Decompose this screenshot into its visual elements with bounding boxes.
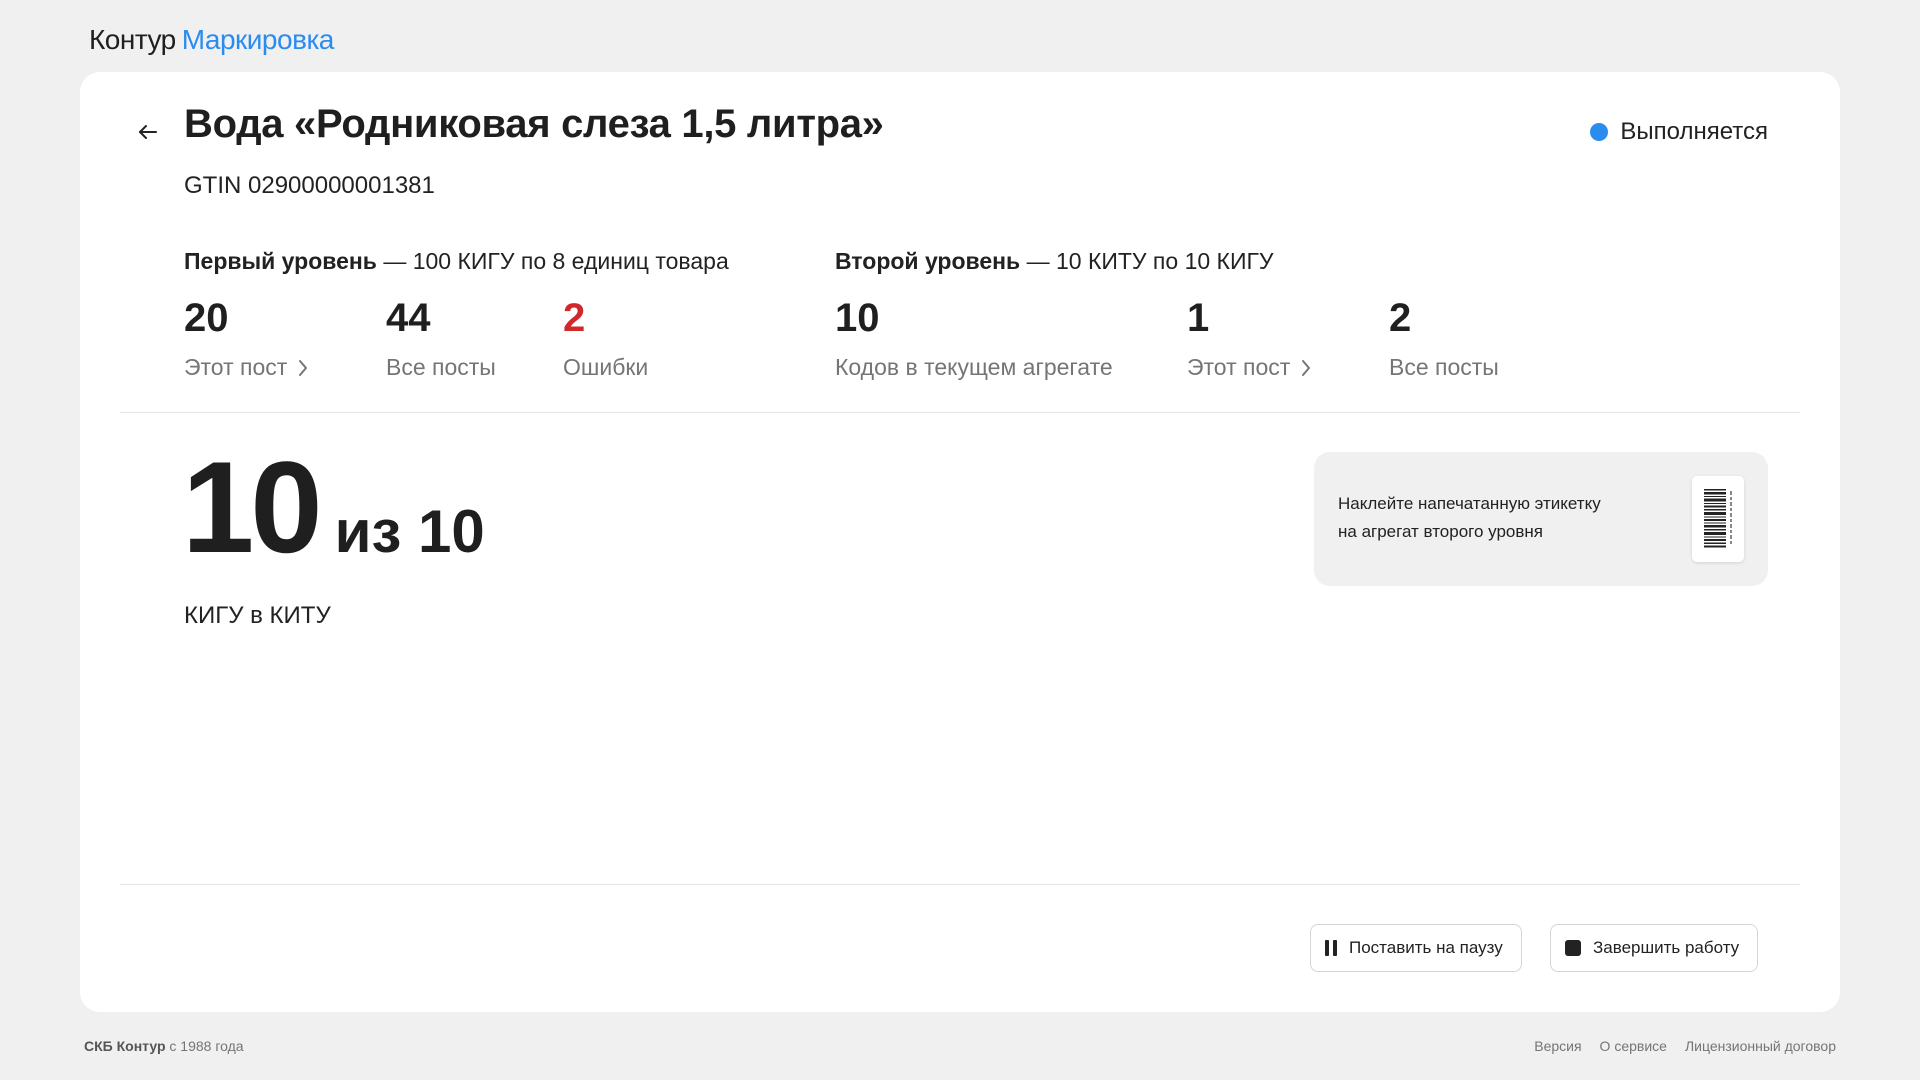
footer-company: СКБ Контур <box>84 1038 166 1054</box>
aggregate-total: из 10 <box>334 498 485 565</box>
hint-line: Наклейте напечатанную этикетку <box>1338 494 1601 513</box>
first-level-heading: Первый уровень — 100 КИГУ по 8 единиц то… <box>184 248 729 275</box>
chevron-right-icon <box>299 359 308 376</box>
gtin-code: GTIN 02900000001381 <box>184 172 435 199</box>
status-text: Выполняется <box>1620 118 1768 145</box>
main-card: Вода «Родниковая слеза 1,5 литра» GTIN 0… <box>80 72 1840 1012</box>
divider <box>120 412 1800 413</box>
stat-first-errors[interactable]: 2 Ошибки <box>563 296 648 381</box>
pause-button[interactable]: Поставить на паузу <box>1310 924 1522 972</box>
stat-second-all-posts: 2 Все посты <box>1389 296 1499 381</box>
back-arrow-icon[interactable] <box>128 112 168 152</box>
barcode-label-icon <box>1692 476 1744 562</box>
stat-label-link[interactable]: Этот пост <box>184 354 309 381</box>
aggregate-caption: КИГУ в КИТУ <box>184 602 331 629</box>
footer-since: с 1988 года <box>165 1038 244 1054</box>
hint-text: Наклейте напечатанную этикетку на агрега… <box>1338 490 1638 546</box>
finish-button-label: Завершить работу <box>1593 938 1740 957</box>
status-dot-icon <box>1590 123 1609 141</box>
stat-value: 44 <box>386 296 431 340</box>
stop-icon <box>1565 940 1581 956</box>
second-level-name: Второй уровень <box>835 248 1021 274</box>
stat-label: Кодов в текущем агрегате <box>835 354 1113 380</box>
pause-icon <box>1325 940 1337 956</box>
divider <box>120 884 1800 885</box>
chevron-right-icon <box>1302 359 1311 376</box>
finish-button[interactable]: Завершить работу <box>1550 924 1759 972</box>
stat-value: 2 <box>1389 296 1412 340</box>
footer-links: Версия О сервисе Лицензионный договор <box>1534 1038 1836 1054</box>
stat-label: Этот пост <box>1187 354 1291 380</box>
footer-link-version[interactable]: Версия <box>1534 1038 1581 1054</box>
stat-label-link[interactable]: Этот пост <box>1187 354 1312 381</box>
status-badge: Выполняется <box>1590 118 1768 146</box>
label-hint-panel: Наклейте напечатанную этикетку на агрега… <box>1314 452 1768 586</box>
footer-link-license[interactable]: Лицензионный договор <box>1685 1038 1836 1054</box>
second-level-desc: — 10 КИТУ по 10 КИГУ <box>1020 248 1274 274</box>
stat-first-all-posts: 44 Все посты <box>386 296 496 381</box>
first-level-desc: — 100 КИГУ по 8 единиц товара <box>376 248 729 274</box>
aggregate-counter: 10 из 10 <box>182 442 485 572</box>
stat-value: 1 <box>1187 296 1210 340</box>
stat-label: Ошибки <box>563 354 649 380</box>
footer-copyright: СКБ Контур с 1988 года <box>84 1038 244 1054</box>
stat-value: 20 <box>184 296 229 340</box>
logo-brand: Контур <box>89 24 176 55</box>
app-logo[interactable]: Контур Маркировка <box>89 24 334 56</box>
stat-label: Этот пост <box>184 354 288 380</box>
stat-label: Все посты <box>386 354 496 380</box>
logo-product: Маркировка <box>181 24 335 55</box>
stat-second-this-post[interactable]: 1 Этот пост <box>1187 296 1312 381</box>
stat-label: Все посты <box>1389 354 1499 380</box>
stat-first-this-post[interactable]: 20 Этот пост <box>184 296 309 381</box>
hint-line: на агрегат второго уровня <box>1338 522 1544 541</box>
aggregate-current: 10 <box>182 434 323 580</box>
stat-value: 10 <box>835 296 880 340</box>
footer-link-about[interactable]: О сервисе <box>1600 1038 1667 1054</box>
pause-button-label: Поставить на паузу <box>1349 938 1503 957</box>
first-level-name: Первый уровень <box>184 248 377 274</box>
stat-second-codes-in-aggregate: 10 Кодов в текущем агрегате <box>835 296 1113 381</box>
stat-value-error: 2 <box>563 296 586 340</box>
page-title: Вода «Родниковая слеза 1,5 литра» <box>184 102 884 146</box>
second-level-heading: Второй уровень — 10 КИТУ по 10 КИГУ <box>835 248 1274 275</box>
